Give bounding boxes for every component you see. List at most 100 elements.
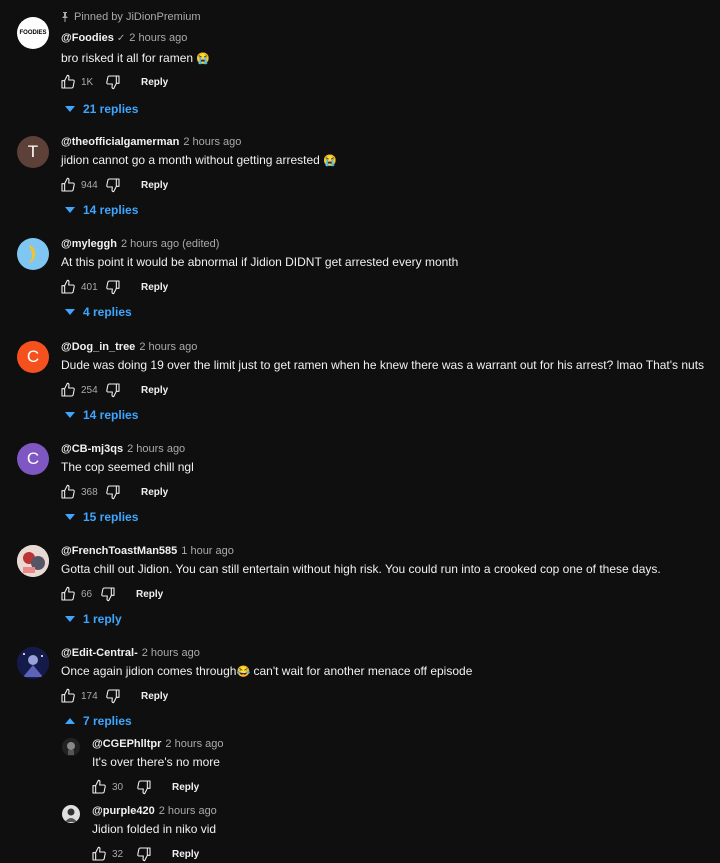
comment-header: @Dog_in_tree 2 hours ago bbox=[61, 341, 197, 353]
avatar[interactable] bbox=[17, 545, 49, 577]
chevron-down-icon bbox=[65, 309, 75, 315]
replies-toggle[interactable]: 14 replies bbox=[65, 408, 138, 422]
avatar[interactable]: C bbox=[17, 443, 49, 475]
comment-text: jidion cannot go a month without getting… bbox=[61, 153, 337, 167]
dislike-icon[interactable] bbox=[105, 74, 121, 90]
replies-toggle[interactable]: 21 replies bbox=[65, 102, 138, 116]
avatar[interactable]: FOODIES bbox=[17, 17, 49, 49]
comment-header: @Edit-Central- 2 hours ago bbox=[61, 647, 200, 659]
chevron-down-icon bbox=[65, 106, 75, 112]
dislike-icon[interactable] bbox=[105, 279, 121, 295]
reply-button[interactable]: Reply bbox=[172, 782, 199, 793]
comment-text: Dude was doing 19 over the limit just to… bbox=[61, 358, 705, 372]
avatar[interactable] bbox=[62, 738, 80, 756]
dislike-icon[interactable] bbox=[105, 484, 121, 500]
dislike-icon[interactable] bbox=[136, 846, 152, 862]
like-icon[interactable] bbox=[60, 484, 76, 500]
reply-button[interactable]: Reply bbox=[141, 180, 168, 191]
like-count: 254 bbox=[81, 384, 98, 396]
crying-emoji: 😭 bbox=[196, 53, 211, 65]
banana-icon bbox=[28, 245, 36, 264]
avatar[interactable] bbox=[17, 647, 49, 679]
like-icon[interactable] bbox=[60, 688, 76, 704]
reply-button[interactable]: Reply bbox=[141, 385, 168, 396]
comment-author[interactable]: @purple420 bbox=[92, 805, 155, 817]
reply-button[interactable]: Reply bbox=[141, 77, 168, 88]
replies-toggle[interactable]: 4 replies bbox=[65, 305, 132, 319]
comment-time[interactable]: 2 hours ago bbox=[159, 805, 217, 817]
comment-actions: 30 Reply bbox=[91, 778, 199, 796]
comment-actions: 944 Reply bbox=[60, 176, 168, 194]
comment-time[interactable]: 2 hours ago bbox=[129, 32, 187, 44]
comment-actions: 174 Reply bbox=[60, 687, 168, 705]
like-icon[interactable] bbox=[60, 177, 76, 193]
avatar-text: C bbox=[26, 449, 40, 468]
pinned-text: Pinned by JiDionPremium bbox=[74, 11, 201, 23]
comment-header: @FrenchToastMan585 1 hour ago bbox=[61, 545, 234, 557]
profile-picture bbox=[17, 647, 49, 679]
replies-toggle[interactable]: 7 replies bbox=[65, 714, 132, 728]
chevron-down-icon bbox=[65, 616, 75, 622]
comment-author[interactable]: @Foodies bbox=[61, 32, 114, 44]
comment-text: It's over there's no more bbox=[92, 755, 220, 769]
chevron-down-icon bbox=[65, 412, 75, 418]
comment-text: bro risked it all for ramen 😭 bbox=[61, 51, 211, 65]
verified-icon: ✓ bbox=[116, 33, 126, 44]
comment-header: @theofficialgamerman 2 hours ago bbox=[61, 136, 241, 148]
comment-header: @Foodies ✓ 2 hours ago bbox=[61, 32, 187, 44]
comment-actions: 254 Reply bbox=[60, 381, 168, 399]
dislike-icon[interactable] bbox=[136, 779, 152, 795]
avatar[interactable]: C bbox=[17, 341, 49, 373]
reply-button[interactable]: Reply bbox=[141, 487, 168, 498]
dislike-icon[interactable] bbox=[105, 177, 121, 193]
avatar[interactable] bbox=[17, 238, 49, 270]
reply-button[interactable]: Reply bbox=[172, 849, 199, 860]
comment-text: The cop seemed chill ngl bbox=[61, 460, 194, 474]
reply-button[interactable]: Reply bbox=[141, 691, 168, 702]
like-icon[interactable] bbox=[60, 382, 76, 398]
like-count: 66 bbox=[81, 588, 93, 600]
like-icon[interactable] bbox=[60, 74, 76, 90]
comment-time[interactable]: 2 hours ago bbox=[139, 341, 197, 353]
pin-icon bbox=[61, 12, 69, 22]
like-icon[interactable] bbox=[60, 279, 76, 295]
reply-button[interactable]: Reply bbox=[136, 589, 163, 600]
like-icon[interactable] bbox=[60, 586, 76, 602]
avatar[interactable] bbox=[62, 805, 80, 823]
comment-author[interactable]: @FrenchToastMan585 bbox=[61, 545, 177, 557]
like-icon[interactable] bbox=[91, 846, 107, 862]
comment-time[interactable]: 2 hours ago bbox=[127, 443, 185, 455]
comment-time[interactable]: 2 hours ago bbox=[183, 136, 241, 148]
like-icon[interactable] bbox=[91, 779, 107, 795]
pinned-label: Pinned by JiDionPremium bbox=[61, 11, 201, 23]
comment-actions: 1K Reply bbox=[60, 73, 168, 91]
comment-time[interactable]: 2 hours ago bbox=[165, 738, 223, 750]
comment-author[interactable]: @Edit-Central- bbox=[61, 647, 138, 659]
profile-picture bbox=[65, 808, 77, 822]
comment-author[interactable]: @CB-mj3qs bbox=[61, 443, 123, 455]
comment-time[interactable]: 2 hours ago (edited) bbox=[121, 238, 219, 250]
replies-toggle[interactable]: 14 replies bbox=[65, 203, 138, 217]
comment-author[interactable]: @theofficialgamerman bbox=[61, 136, 179, 148]
replies-toggle[interactable]: 1 reply bbox=[65, 612, 122, 626]
reply-button[interactable]: Reply bbox=[141, 282, 168, 293]
dislike-icon[interactable] bbox=[100, 586, 116, 602]
avatar[interactable]: T bbox=[17, 136, 49, 168]
dislike-icon[interactable] bbox=[105, 688, 121, 704]
profile-picture bbox=[17, 545, 49, 577]
replies-toggle[interactable]: 15 replies bbox=[65, 510, 138, 524]
comment-time[interactable]: 2 hours ago bbox=[142, 647, 200, 659]
comment-actions: 368 Reply bbox=[60, 483, 168, 501]
chevron-up-icon bbox=[65, 718, 75, 724]
comment-author[interactable]: @myleggh bbox=[61, 238, 117, 250]
dislike-icon[interactable] bbox=[105, 382, 121, 398]
comment-time[interactable]: 1 hour ago bbox=[181, 545, 234, 557]
like-count: 30 bbox=[112, 781, 124, 793]
comment-author[interactable]: @CGEPhlltpr bbox=[92, 738, 161, 750]
avatar-text: C bbox=[26, 347, 40, 366]
comment-author[interactable]: @Dog_in_tree bbox=[61, 341, 135, 353]
comment-text: Once again jidion comes through😂 can't w… bbox=[61, 664, 473, 678]
comment-header: @CB-mj3qs 2 hours ago bbox=[61, 443, 185, 455]
laughing-emoji: 😂 bbox=[236, 666, 251, 678]
comment-actions: 401 Reply bbox=[60, 278, 168, 296]
